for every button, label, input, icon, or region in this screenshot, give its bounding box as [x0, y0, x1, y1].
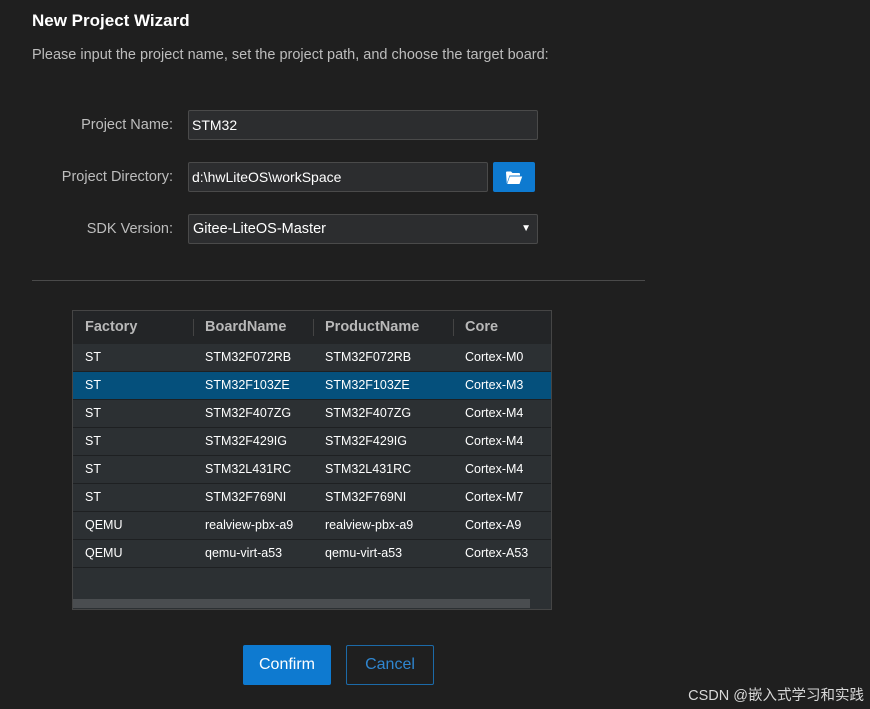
column-header-boardname[interactable]: BoardName [205, 311, 286, 344]
dropdown-arrow-icon: ▼ [521, 223, 531, 234]
horizontal-scrollbar-thumb[interactable] [73, 599, 530, 608]
cell-productname: STM32F429IG [325, 434, 407, 448]
cell-boardname: STM32L431RC [205, 462, 292, 476]
board-table: Factory BoardName ProductName Core ST STM… [72, 310, 552, 610]
cell-core: Cortex-M0 [465, 350, 524, 364]
cell-productname: STM32L431RC [325, 462, 412, 476]
cell-factory: ST [85, 378, 101, 392]
table-row[interactable]: ST STM32F072RB STM32F072RB Cortex-M0 [73, 344, 551, 372]
cell-productname: STM32F407ZG [325, 406, 412, 420]
column-divider[interactable] [313, 319, 314, 336]
cell-factory: QEMU [85, 518, 123, 532]
column-header-core[interactable]: Core [465, 311, 498, 344]
cell-boardname: STM32F769NI [205, 490, 287, 504]
column-divider[interactable] [193, 319, 194, 336]
table-row[interactable]: ST STM32F429IG STM32F429IG Cortex-M4 [73, 428, 551, 456]
cell-core: Cortex-M7 [465, 490, 524, 504]
cell-productname: qemu-virt-a53 [325, 546, 403, 560]
cell-productname: STM32F103ZE [325, 378, 410, 392]
column-divider[interactable] [453, 319, 454, 336]
project-name-label: Project Name: [81, 117, 173, 133]
cell-factory: ST [85, 350, 101, 364]
project-directory-input[interactable] [188, 162, 488, 192]
sdk-version-label: SDK Version: [86, 221, 173, 237]
cell-factory: ST [85, 490, 101, 504]
cell-factory: QEMU [85, 546, 123, 560]
cell-core: Cortex-M4 [465, 406, 524, 420]
project-name-input[interactable] [188, 110, 538, 140]
cell-core: Cortex-M4 [465, 434, 524, 448]
table-row[interactable]: ST STM32F103ZE STM32F103ZE Cortex-M3 [73, 372, 551, 400]
wizard-subtitle: Please input the project name, set the p… [32, 47, 549, 63]
sdk-version-select[interactable]: Gitee-LiteOS-Master ▼ [188, 214, 538, 244]
cell-core: Cortex-A9 [465, 518, 522, 532]
column-header-factory[interactable]: Factory [85, 311, 137, 344]
cell-factory: ST [85, 406, 101, 420]
cell-core: Cortex-M4 [465, 462, 524, 476]
cell-boardname: STM32F103ZE [205, 378, 290, 392]
confirm-button[interactable]: Confirm [243, 645, 331, 685]
cell-productname: STM32F769NI [325, 490, 407, 504]
cell-core: Cortex-M3 [465, 378, 524, 392]
cell-boardname: STM32F072RB [205, 350, 292, 364]
column-header-productname[interactable]: ProductName [325, 311, 419, 344]
table-row[interactable]: ST STM32F769NI STM32F769NI Cortex-M7 [73, 484, 551, 512]
cell-boardname: realview-pbx-a9 [205, 518, 294, 532]
sdk-version-selected-value: Gitee-LiteOS-Master [193, 221, 326, 237]
cancel-button[interactable]: Cancel [346, 645, 434, 685]
table-row[interactable]: ST STM32L431RC STM32L431RC Cortex-M4 [73, 456, 551, 484]
table-row[interactable]: ST STM32F407ZG STM32F407ZG Cortex-M4 [73, 400, 551, 428]
browse-directory-button[interactable] [493, 162, 535, 192]
cell-boardname: STM32F407ZG [205, 406, 292, 420]
cell-factory: ST [85, 434, 101, 448]
section-divider [32, 280, 645, 281]
folder-open-icon [506, 171, 523, 184]
cell-core: Cortex-A53 [465, 546, 529, 560]
cell-boardname: qemu-virt-a53 [205, 546, 283, 560]
new-project-wizard: New Project Wizard Please input the proj… [0, 0, 870, 709]
table-row[interactable]: QEMU realview-pbx-a9 realview-pbx-a9 Cortex… [73, 512, 551, 540]
cell-productname: realview-pbx-a9 [325, 518, 414, 532]
table-header: Factory BoardName ProductName Core [73, 311, 551, 345]
project-directory-label: Project Directory: [61, 169, 173, 185]
cell-factory: ST [85, 462, 101, 476]
cell-boardname: STM32F429IG [205, 434, 287, 448]
cell-productname: STM32F072RB [325, 350, 412, 364]
watermark: CSDN @嵌入式学习和实践 [688, 688, 864, 704]
wizard-title: New Project Wizard [32, 11, 190, 30]
table-row[interactable]: QEMU qemu-virt-a53 qemu-virt-a53 Cortex-A53 [73, 540, 551, 568]
